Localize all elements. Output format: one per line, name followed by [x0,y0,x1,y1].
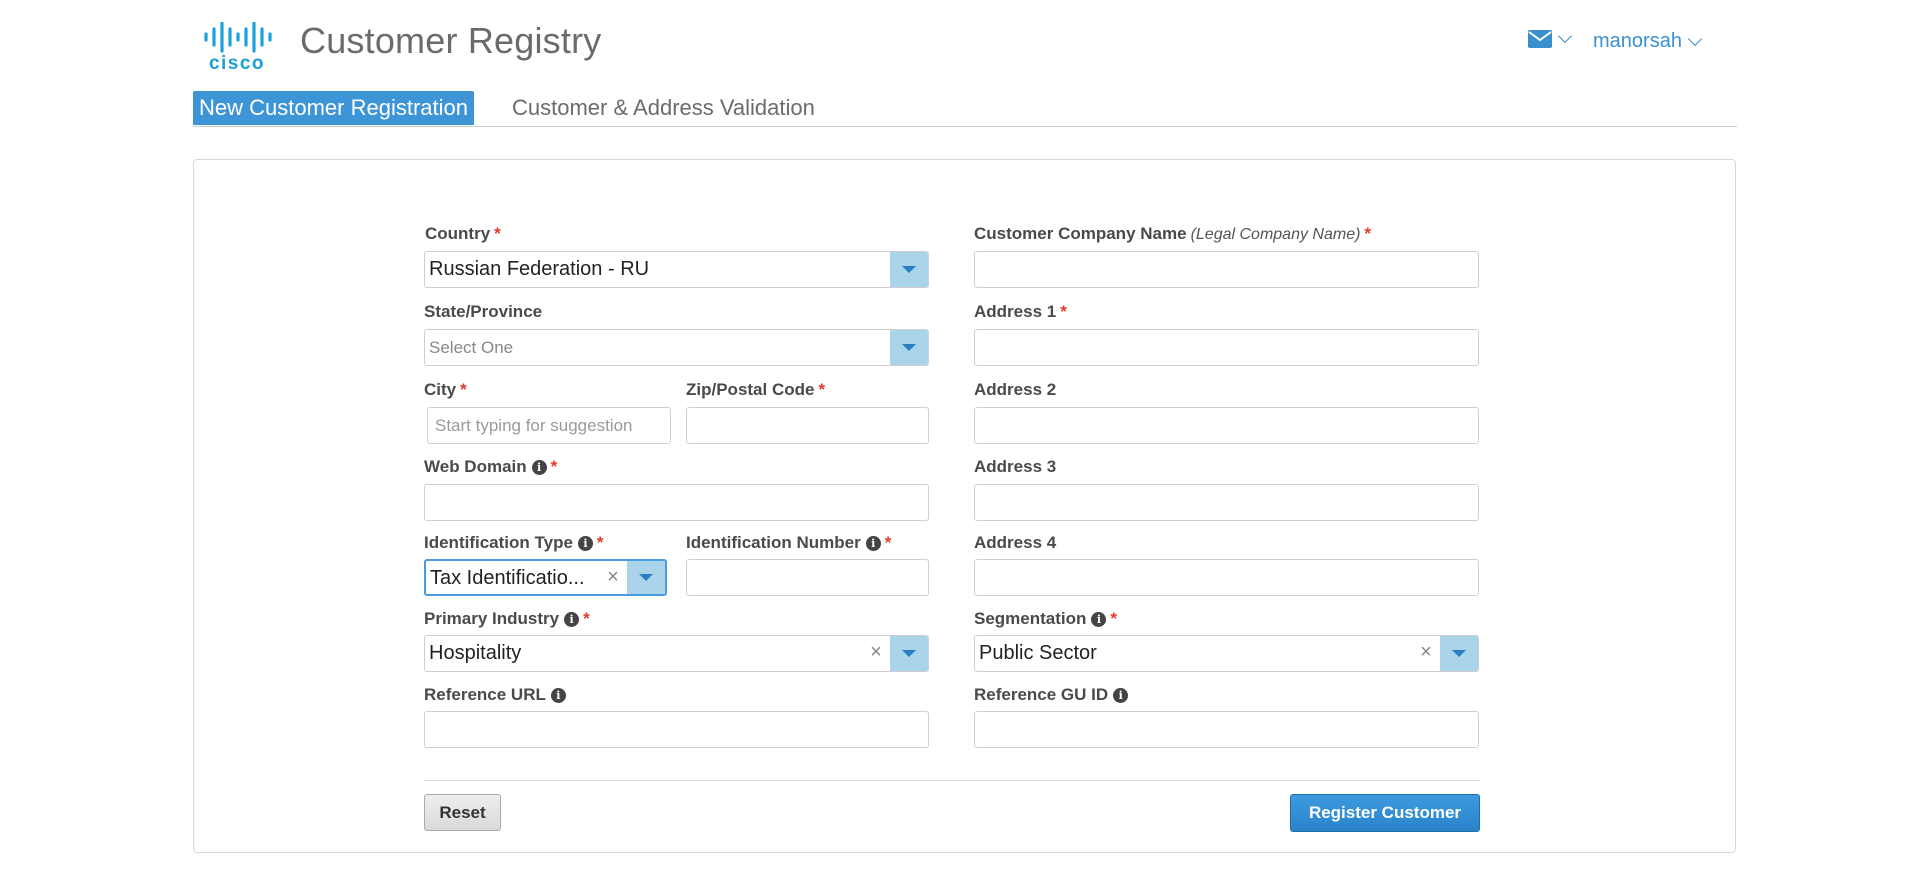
cisco-logo: cisco [203,21,283,74]
state-select[interactable]: Select One [424,329,929,366]
register-customer-button[interactable]: Register Customer [1290,794,1480,832]
state-placeholder: Select One [429,338,514,357]
mail-menu[interactable] [1528,28,1573,48]
primary-industry-value: Hospitality [429,642,522,664]
primary-industry-select[interactable]: Hospitality × [424,635,929,672]
city-input[interactable]: Start typing for suggestion [427,407,671,444]
id-type-select[interactable]: Tax Identificatio... × [424,559,667,596]
segmentation-label: Segmentation i * [974,609,1118,628]
city-label: City * [424,380,467,399]
dropdown-arrow[interactable] [890,252,928,287]
web-domain-input[interactable] [424,484,929,521]
info-icon[interactable]: i [550,688,566,703]
state-label: State/Province [424,302,543,321]
app-title: Customer Registry [300,20,602,61]
reference-url-label: Reference URL i [424,685,566,705]
web-domain-label: Web Domain i * [424,457,558,476]
cisco-logo-icon: cisco [204,21,272,74]
zip-input[interactable] [686,407,929,444]
clear-icon[interactable]: × [599,561,627,594]
user-menu[interactable]: manorsah [1593,30,1703,53]
reference-gu-id-input[interactable] [974,711,1479,748]
dropdown-arrow[interactable] [890,330,928,365]
segmentation-select[interactable]: Public Sector × [974,635,1479,672]
info-icon[interactable]: i [564,612,580,627]
logo-text: cisco [209,53,265,72]
company-name-input[interactable] [974,251,1479,288]
caret-down-icon [902,344,916,351]
clear-icon[interactable]: × [1412,636,1440,671]
id-type-label: Identification Type i * [424,533,604,552]
caret-down-icon [902,650,916,657]
info-icon[interactable]: i [865,536,881,551]
address4-label: Address 4 [974,533,1057,552]
reference-gu-id-label: Reference GU ID i [974,685,1129,705]
info-icon[interactable]: i [1113,688,1129,703]
country-value: Russian Federation - RU [429,258,650,280]
zip-label: Zip/Postal Code * [686,380,826,399]
reference-url-input[interactable] [424,711,929,748]
address1-label: Address 1 * [974,302,1067,321]
primary-industry-label: Primary Industry i * [424,609,590,628]
id-number-input[interactable] [686,559,929,596]
tab-underline [193,126,1737,127]
dropdown-arrow[interactable] [1440,636,1478,671]
clear-icon[interactable]: × [862,636,890,671]
address1-input[interactable] [974,329,1479,366]
address3-input[interactable] [974,484,1479,521]
info-icon[interactable]: i [577,536,593,551]
id-type-value: Tax Identificatio... [430,567,585,589]
dropdown-arrow[interactable] [627,561,665,594]
tab-customer-address-validation[interactable]: Customer & Address Validation [512,91,815,125]
address3-label: Address 3 [974,457,1057,476]
address2-label: Address 2 [974,380,1057,399]
form-divider [424,780,1480,781]
segmentation-value: Public Sector [979,642,1097,664]
envelope-icon [1528,30,1552,48]
caret-down-icon [902,266,916,273]
dropdown-arrow[interactable] [890,636,928,671]
tab-new-customer-registration[interactable]: New Customer Registration [193,91,474,125]
address2-input[interactable] [974,407,1479,444]
info-icon[interactable]: i [1091,612,1107,627]
country-label: Country * [425,224,501,243]
reset-button[interactable]: Reset [424,794,501,831]
country-select[interactable]: Russian Federation - RU [424,251,929,288]
info-icon[interactable]: i [531,460,547,475]
id-number-label: Identification Number i * [686,533,892,552]
chevron-down-icon [1687,31,1703,46]
address4-input[interactable] [974,559,1479,596]
caret-down-icon [639,574,653,581]
username: manorsah [1593,30,1682,52]
company-name-label: Customer Company Name (Legal Company Name… [974,224,1372,243]
caret-down-icon [1452,650,1466,657]
chevron-down-icon [1557,28,1573,44]
